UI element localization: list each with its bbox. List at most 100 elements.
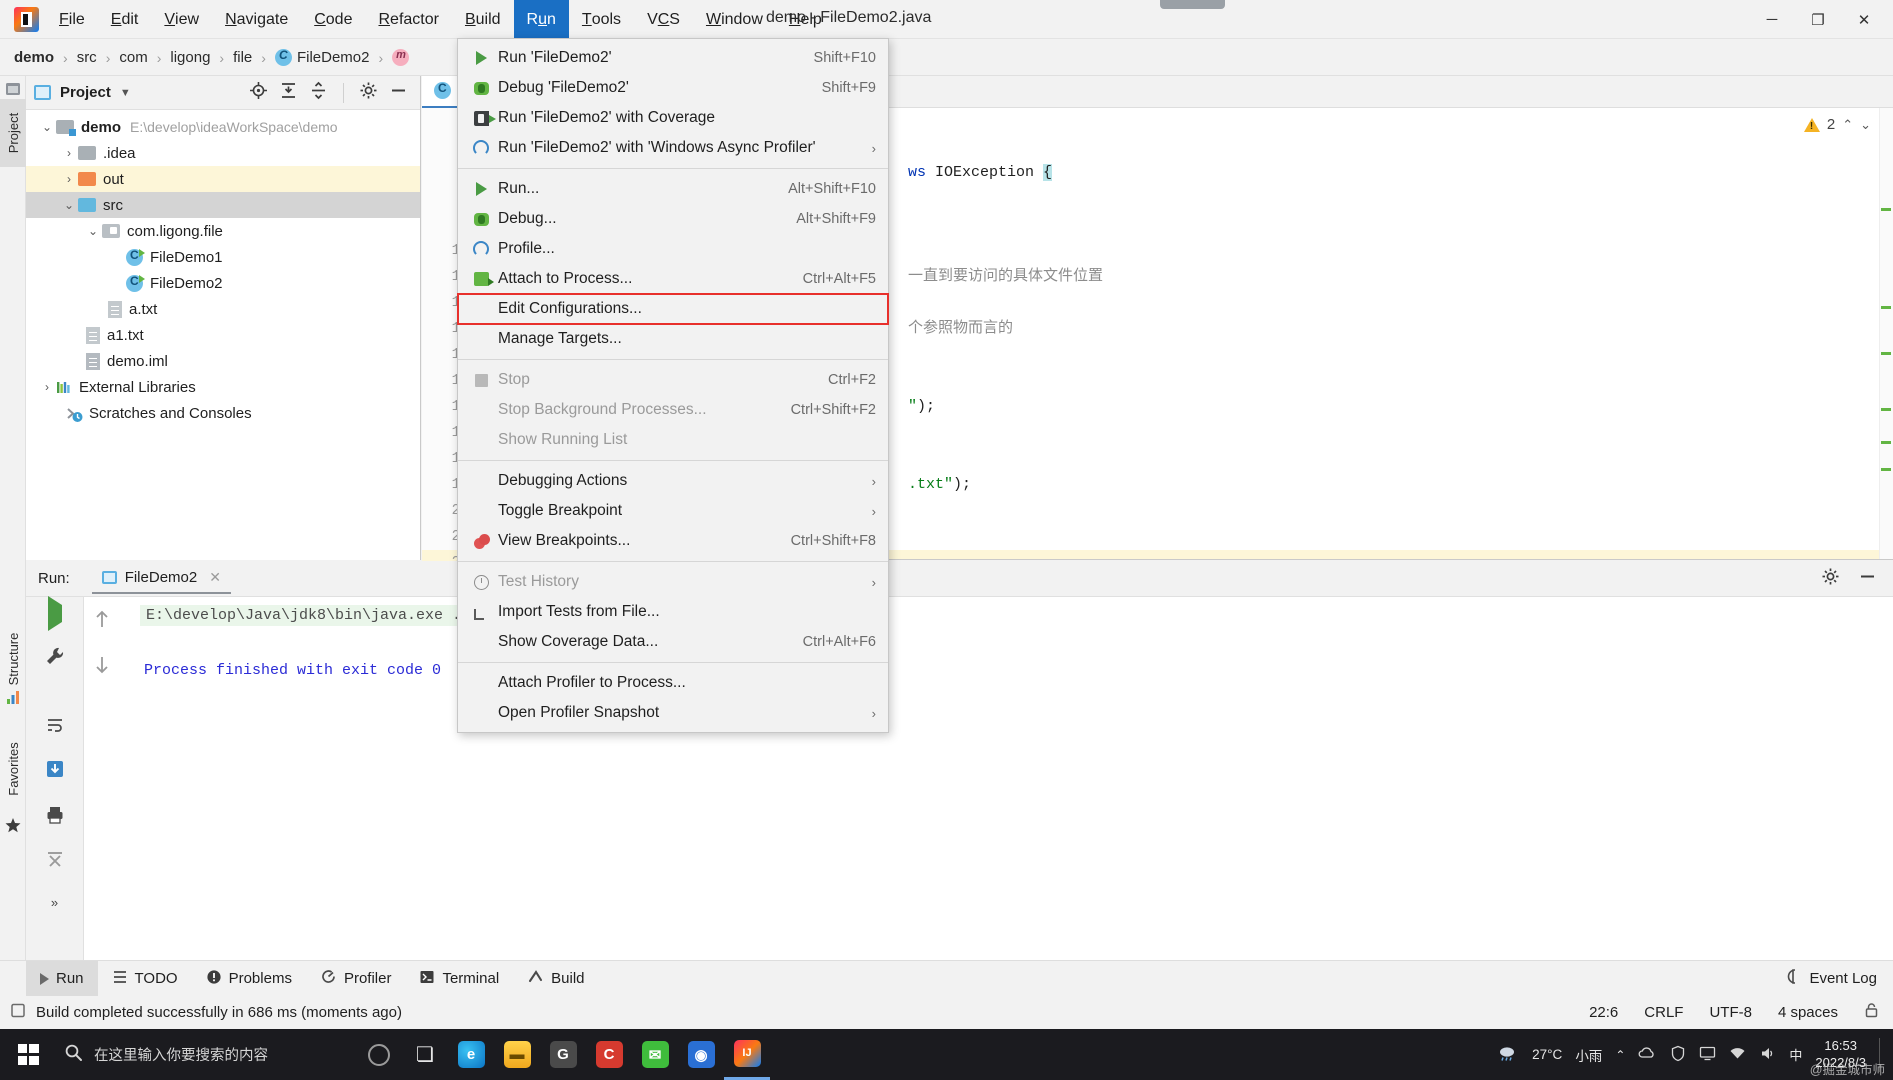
- menu-item-debug[interactable]: Debug... Alt+Shift+F9: [458, 204, 888, 234]
- overflow-icon[interactable]: »: [51, 895, 58, 910]
- chevron-down-icon[interactable]: ▼: [120, 87, 131, 99]
- chevron-right-icon[interactable]: ›: [38, 380, 56, 394]
- chevron-down-icon[interactable]: ⌄: [60, 198, 78, 212]
- project-tool-icon[interactable]: [4, 80, 22, 98]
- menu-item-import-tests-from-file[interactable]: Import Tests from File...: [458, 597, 888, 627]
- event-log-button[interactable]: Event Log: [1784, 968, 1893, 989]
- breadcrumb-item-src[interactable]: src: [77, 49, 97, 66]
- wrap-text-icon[interactable]: [45, 715, 65, 739]
- tree-node-package[interactable]: ⌄ com.ligong.file: [26, 218, 420, 244]
- menu-item-run-filedemo2[interactable]: Run 'FileDemo2' Shift+F10: [458, 43, 888, 73]
- menu-item-run-with-profiler[interactable]: Run 'FileDemo2' with 'Windows Async Prof…: [458, 133, 888, 163]
- gear-icon[interactable]: [1821, 567, 1840, 590]
- menu-navigate[interactable]: Navigate: [212, 0, 301, 39]
- run-console-output[interactable]: E:\develop\Java\jdk8\bin\java.exe ... Pr…: [120, 597, 1893, 960]
- breadcrumb-item-file[interactable]: file: [233, 49, 252, 66]
- wechat-icon[interactable]: ✉: [632, 1029, 678, 1080]
- indent-setting[interactable]: 4 spaces: [1778, 1004, 1838, 1021]
- menu-item-attach-profiler-to-process[interactable]: Attach Profiler to Process...: [458, 668, 888, 698]
- edge-icon[interactable]: e: [448, 1029, 494, 1080]
- bottom-item-todo[interactable]: TODO: [98, 961, 192, 997]
- chevron-right-icon[interactable]: ›: [60, 146, 78, 160]
- menu-build[interactable]: Build: [452, 0, 514, 39]
- menu-edit[interactable]: Edit: [98, 0, 152, 39]
- menu-code[interactable]: Code: [301, 0, 365, 39]
- collapse-all-icon[interactable]: [309, 81, 328, 104]
- gear-icon[interactable]: [359, 81, 378, 104]
- taskbar-search[interactable]: 在这里输入你要搜索的内容: [56, 1029, 356, 1080]
- bottom-item-build[interactable]: Build: [513, 961, 598, 997]
- onedrive-icon[interactable]: [1638, 1046, 1657, 1063]
- menu-item-profile[interactable]: Profile...: [458, 234, 888, 264]
- bottom-item-problems[interactable]: Problems: [192, 961, 306, 997]
- next-problem-icon[interactable]: ⌄: [1860, 117, 1871, 133]
- clear-all-icon[interactable]: [45, 850, 65, 874]
- rerun-icon[interactable]: [47, 596, 62, 631]
- tree-node-demo-iml[interactable]: demo.iml: [26, 348, 420, 374]
- tree-node-idea[interactable]: › .idea: [26, 140, 420, 166]
- menu-file[interactable]: File: [46, 0, 98, 39]
- menu-tools[interactable]: Tools: [569, 0, 634, 39]
- menu-item-manage-targets[interactable]: Manage Targets...: [458, 324, 888, 354]
- menu-item-show-coverage-data[interactable]: Show Coverage Data... Ctrl+Alt+F6: [458, 627, 888, 657]
- file-encoding[interactable]: UTF-8: [1709, 1004, 1752, 1021]
- breadcrumb-item-method[interactable]: [392, 49, 414, 66]
- chevron-down-icon[interactable]: ⌄: [38, 120, 56, 134]
- task-view-icon[interactable]: ❏: [402, 1029, 448, 1080]
- lock-icon[interactable]: [1864, 1002, 1879, 1023]
- tree-node-src[interactable]: ⌄ src: [26, 192, 420, 218]
- breadcrumb-item-ligong[interactable]: ligong: [170, 49, 210, 66]
- menu-window[interactable]: Window: [693, 0, 776, 39]
- menu-view[interactable]: View: [151, 0, 212, 39]
- window-drag-handle[interactable]: [1160, 0, 1225, 9]
- volume-icon[interactable]: [1759, 1046, 1776, 1064]
- menu-item-debug-filedemo2[interactable]: Debug 'FileDemo2' Shift+F9: [458, 73, 888, 103]
- tree-node-out[interactable]: › out: [26, 166, 420, 192]
- menu-item-run[interactable]: Run... Alt+Shift+F10: [458, 174, 888, 204]
- inspection-widget[interactable]: 2 ⌃ ⌄: [1803, 116, 1871, 133]
- tree-node-a-txt[interactable]: a.txt: [26, 296, 420, 322]
- menu-item-attach-to-process[interactable]: Attach to Process... Ctrl+Alt+F5: [458, 264, 888, 294]
- menu-item-toggle-breakpoint[interactable]: Toggle Breakpoint ›: [458, 496, 888, 526]
- expand-all-icon[interactable]: [279, 81, 298, 104]
- display-icon[interactable]: [1699, 1046, 1716, 1064]
- print-icon[interactable]: [45, 805, 65, 829]
- tree-node-external-libraries[interactable]: › External Libraries: [26, 374, 420, 400]
- chevron-right-icon[interactable]: ›: [60, 172, 78, 186]
- cortana-icon[interactable]: [356, 1029, 402, 1080]
- settings-wrench-icon[interactable]: [44, 645, 66, 671]
- breadcrumb-item-com[interactable]: com: [119, 49, 147, 66]
- ime-icon[interactable]: 中: [1789, 1045, 1802, 1064]
- breadcrumb-item-filedemo2[interactable]: FileDemo2: [274, 48, 369, 66]
- menu-refactor[interactable]: Refactor: [365, 0, 451, 39]
- menu-item-open-profiler-snapshot[interactable]: Open Profiler Snapshot ›: [458, 698, 888, 728]
- network-icon[interactable]: [1729, 1046, 1746, 1064]
- tree-node-scratches[interactable]: Scratches and Consoles: [26, 400, 420, 426]
- run-tab-filedemo2[interactable]: FileDemo2 ✕: [91, 564, 231, 594]
- bottom-item-profiler[interactable]: Profiler: [306, 961, 406, 997]
- menu-run[interactable]: Run: [513, 0, 569, 39]
- menu-item-debugging-actions[interactable]: Debugging Actions ›: [458, 466, 888, 496]
- menu-vcs[interactable]: VCS: [634, 0, 693, 39]
- tree-node-demo[interactable]: ⌄ demo E:\develop\ideaWorkSpace\demo: [26, 114, 420, 140]
- media-icon[interactable]: ◉: [678, 1029, 724, 1080]
- tree-node-a1-txt[interactable]: a1.txt: [26, 322, 420, 348]
- down-arrow-icon[interactable]: [92, 653, 112, 681]
- sidebar-item-project[interactable]: Project: [0, 99, 26, 167]
- tree-node-filedemo2[interactable]: FileDemo2: [26, 270, 420, 296]
- bottom-item-run[interactable]: Run: [26, 960, 98, 997]
- chevron-down-icon[interactable]: ⌄: [84, 224, 102, 238]
- weather-icon[interactable]: [1497, 1044, 1519, 1065]
- cdr-icon[interactable]: C: [586, 1029, 632, 1080]
- breadcrumb-item-demo[interactable]: demo: [14, 49, 54, 66]
- windows-start-icon[interactable]: [0, 1029, 56, 1080]
- google-icon[interactable]: G: [540, 1029, 586, 1080]
- scroll-to-end-icon[interactable]: [44, 758, 66, 784]
- tree-node-filedemo1[interactable]: FileDemo1: [26, 244, 420, 270]
- structure-tool-icon[interactable]: [4, 688, 22, 706]
- bottom-item-terminal[interactable]: Terminal: [405, 961, 513, 997]
- intellij-taskbar-icon[interactable]: IJ: [724, 1029, 770, 1080]
- hide-panel-icon[interactable]: [389, 81, 408, 104]
- maximize-button[interactable]: ❐: [1795, 0, 1841, 39]
- menu-item-view-breakpoints[interactable]: View Breakpoints... Ctrl+Shift+F8: [458, 526, 888, 556]
